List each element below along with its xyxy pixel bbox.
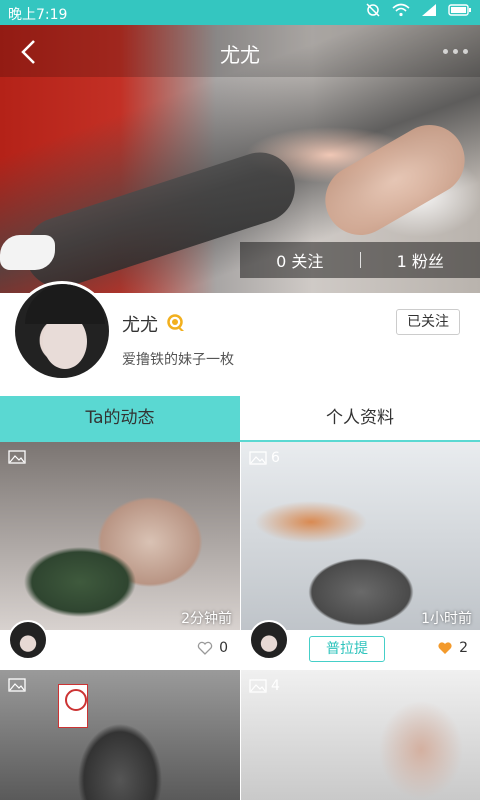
post-image[interactable] bbox=[0, 670, 240, 800]
post-tag[interactable]: 普拉提 bbox=[309, 636, 385, 662]
tab-profile-info[interactable]: 个人资料 bbox=[240, 396, 480, 440]
no-smoking-sign bbox=[58, 684, 88, 728]
profile-tabs: Ta的动态 个人资料 bbox=[0, 396, 480, 442]
post-meta: 0 bbox=[0, 620, 240, 670]
like-button[interactable]: 0 bbox=[197, 640, 228, 656]
wifi-icon bbox=[392, 3, 410, 17]
like-count: 2 bbox=[459, 640, 468, 656]
post-grid: 2分钟前 0 6 1小时前 普拉提 2 4 bbox=[0, 442, 480, 800]
image-icon bbox=[8, 450, 26, 464]
post-image[interactable]: 4 bbox=[241, 670, 480, 800]
post-image[interactable]: 6 1小时前 bbox=[241, 442, 480, 630]
follow-button[interactable]: 已关注 bbox=[396, 309, 460, 335]
image-count: 4 bbox=[271, 678, 280, 694]
post-time: 1小时前 bbox=[421, 611, 472, 627]
username: 尤尤 bbox=[122, 315, 158, 336]
tab-posts[interactable]: Ta的动态 bbox=[0, 396, 240, 440]
like-button[interactable]: 2 bbox=[437, 640, 468, 656]
image-icon bbox=[249, 679, 267, 693]
post-time: 2分钟前 bbox=[181, 611, 232, 627]
page-title: 尤尤 bbox=[220, 43, 260, 67]
battery-icon bbox=[448, 4, 471, 16]
alarm-off-icon bbox=[366, 3, 380, 17]
more-dots-icon bbox=[443, 48, 448, 54]
status-bar: 晚上7:19 bbox=[0, 0, 480, 25]
heart-outline-icon bbox=[197, 641, 213, 655]
top-bar: 尤尤 bbox=[0, 25, 480, 77]
like-count: 0 bbox=[219, 640, 228, 656]
image-icon bbox=[249, 451, 267, 465]
avatar[interactable] bbox=[12, 281, 112, 381]
status-icons bbox=[364, 3, 472, 17]
user-bio: 爱撸铁的妹子一枚 bbox=[122, 352, 234, 368]
profile-section: 尤尤 爱撸铁的妹子一枚 已关注 bbox=[0, 281, 480, 396]
vip-medal-icon bbox=[167, 314, 184, 331]
avatar[interactable] bbox=[8, 620, 48, 660]
follow-stats: 0 关注 1 粉丝 bbox=[240, 242, 480, 278]
image-icon bbox=[8, 678, 26, 692]
avatar[interactable] bbox=[249, 620, 289, 660]
more-button[interactable] bbox=[428, 41, 468, 61]
image-count: 6 bbox=[271, 450, 280, 466]
heart-filled-icon bbox=[438, 642, 452, 654]
status-time: 晚上7:19 bbox=[8, 7, 68, 23]
signal-icon bbox=[422, 4, 436, 16]
post-meta: 普拉提 2 bbox=[241, 620, 480, 670]
followers-count[interactable]: 1 粉丝 bbox=[361, 248, 480, 272]
post-image[interactable]: 2分钟前 bbox=[0, 442, 240, 630]
following-count[interactable]: 0 关注 bbox=[240, 248, 360, 272]
